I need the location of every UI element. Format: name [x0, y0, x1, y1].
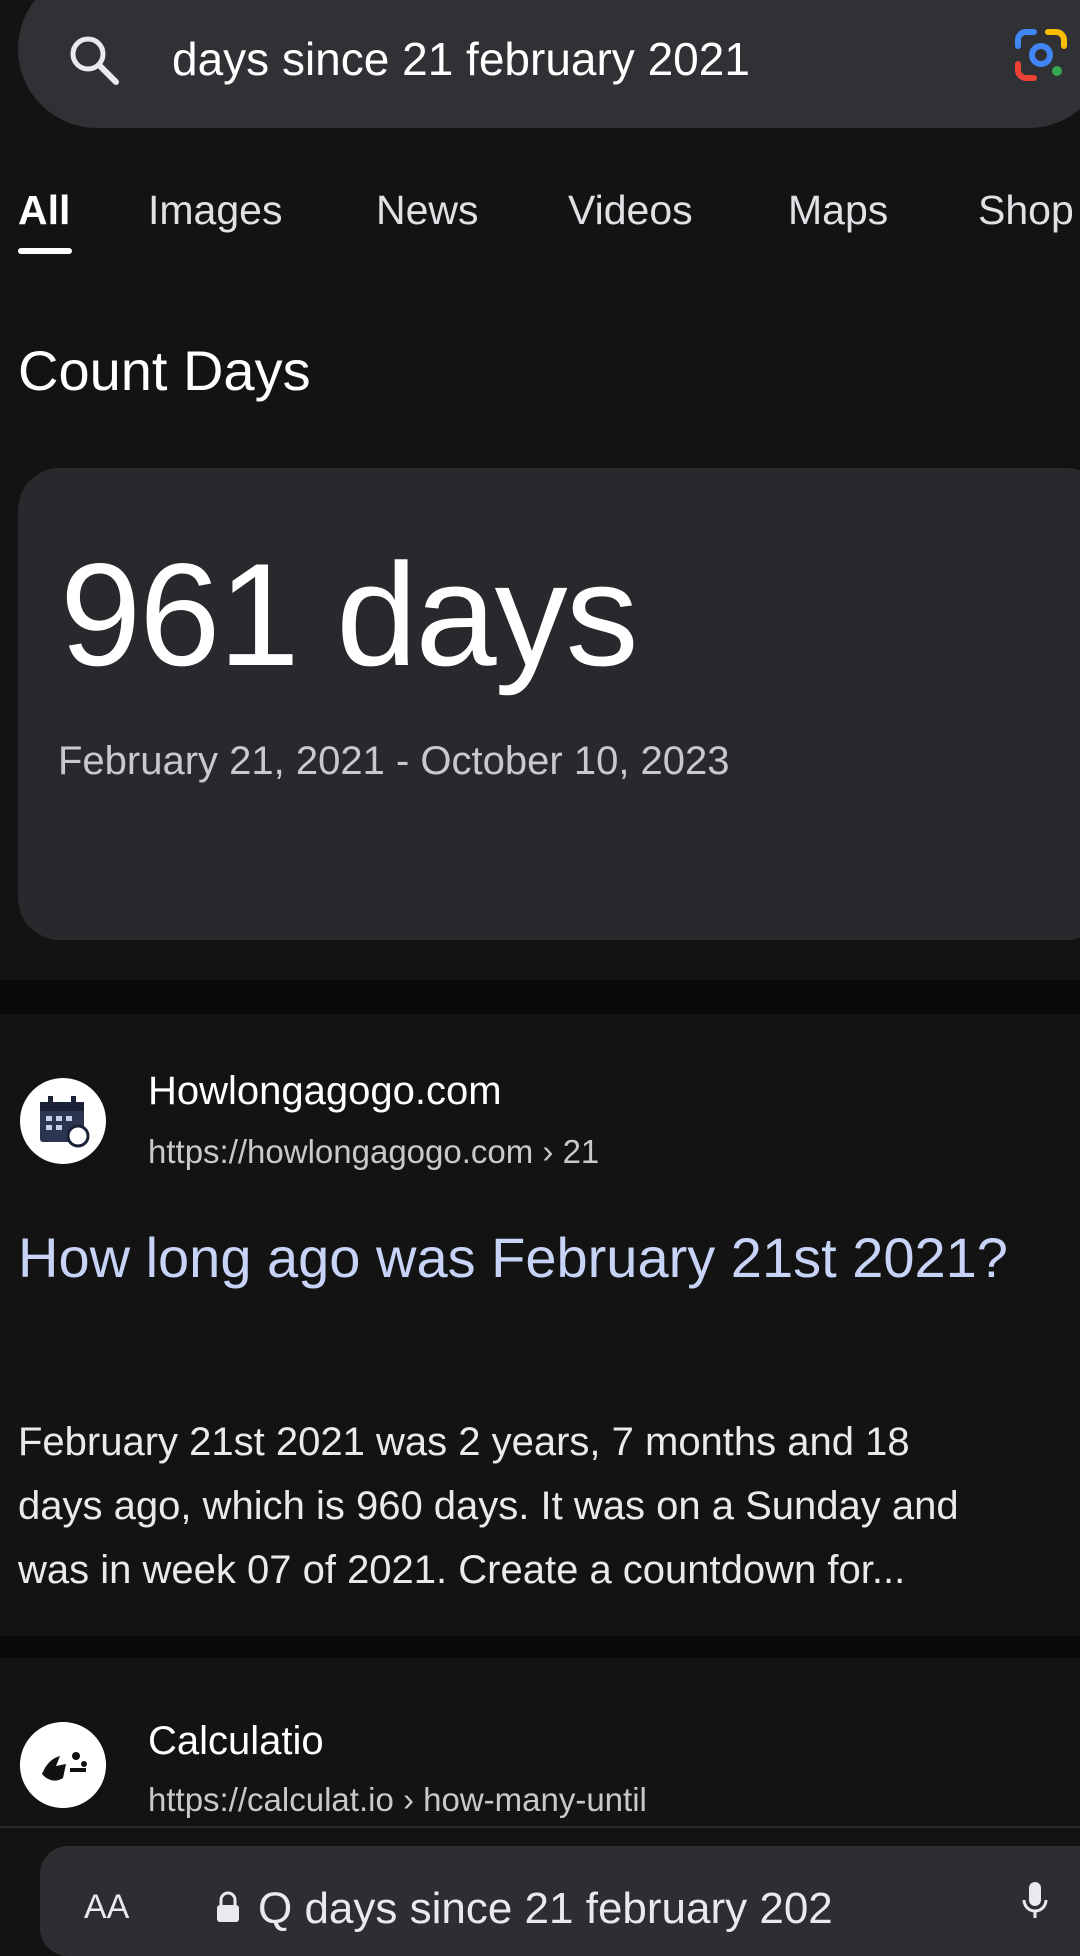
reader-settings-button[interactable]: AA: [84, 1888, 129, 1927]
search-icon[interactable]: [66, 32, 122, 88]
microphone-icon[interactable]: [1020, 1880, 1050, 1920]
result-site-name[interactable]: Howlongagogo.com: [148, 1066, 502, 1116]
count-days-title: Count Days: [18, 339, 311, 402]
result-url[interactable]: https://howlongagogo.com › 21: [148, 1130, 599, 1174]
tab-images[interactable]: Images: [148, 182, 282, 238]
tab-shop[interactable]: Shop: [978, 182, 1074, 238]
snippet-line: was in week 07 of 2021. Create a countdo…: [18, 1548, 906, 1592]
lock-icon: [217, 1891, 239, 1922]
date-range: February 21, 2021 - October 10, 2023: [58, 739, 730, 783]
address-text[interactable]: Q days since 21 february 202: [258, 1884, 833, 1934]
search-input[interactable]: days since 21 february 2021: [172, 24, 750, 94]
result-snippet: February 21st 2021 was 2 years, 7 months…: [18, 1410, 1080, 1602]
tab-videos[interactable]: Videos: [568, 182, 693, 238]
calendar-icon[interactable]: [20, 1078, 106, 1164]
snippet-line: February 21st 2021 was 2 years, 7 months…: [18, 1420, 910, 1464]
tab-news[interactable]: News: [376, 182, 479, 238]
section-divider: [0, 980, 1080, 1014]
tab-maps[interactable]: Maps: [788, 182, 888, 238]
result-title-link[interactable]: How long ago was February 21st 2021?: [18, 1220, 1058, 1296]
active-tab-indicator: [18, 248, 72, 254]
days-result: 961 days: [60, 533, 639, 696]
calculatio-logo-icon[interactable]: [20, 1722, 106, 1808]
result-url[interactable]: https://calculat.io › how-many-until: [148, 1778, 647, 1822]
google-lens-icon[interactable]: [1010, 24, 1072, 86]
tab-all[interactable]: All: [18, 182, 70, 238]
snippet-line: days ago, which is 960 days. It was on a…: [18, 1484, 959, 1528]
result-divider: [0, 1636, 1080, 1658]
search-tabs: All Images News Videos Maps Shop: [0, 182, 1080, 252]
result-site-name[interactable]: Calculatio: [148, 1716, 324, 1766]
